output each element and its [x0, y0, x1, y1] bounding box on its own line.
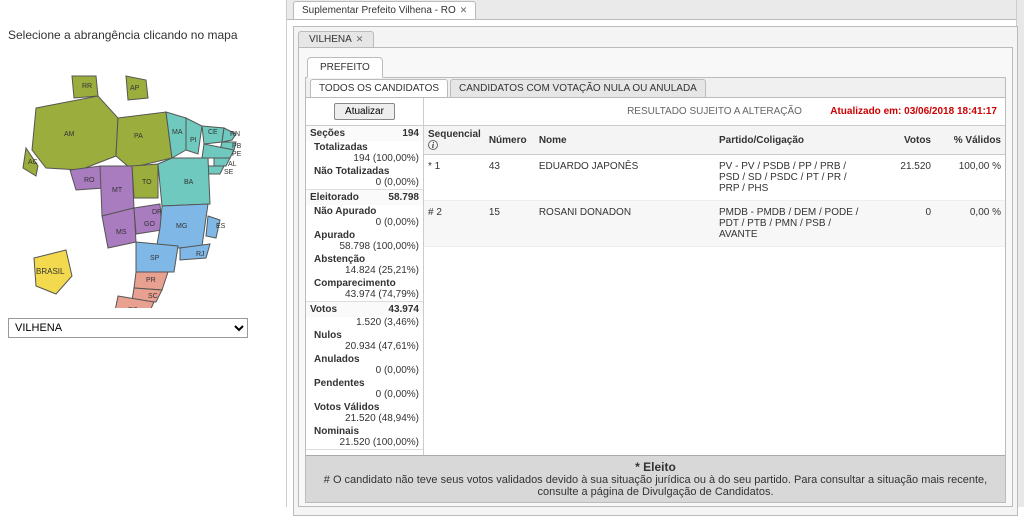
svg-text:TO: TO [142, 179, 152, 186]
close-icon[interactable]: ✕ [460, 5, 468, 16]
svg-text:MG: MG [176, 223, 187, 230]
left-panel: Selecione a abrangência clicando no mapa [0, 0, 280, 507]
svg-text:PI: PI [190, 137, 197, 144]
results-column: RESULTADO SUJEITO A ALTERAÇÃO Atualizado… [424, 98, 1005, 458]
table-row[interactable]: # 2 15 ROSANI DONADON PMDB - PMDB / DEM … [424, 201, 1005, 247]
sub-tab-label: VILHENA [309, 34, 352, 45]
state-pi[interactable] [186, 118, 202, 154]
svg-text:PE: PE [232, 151, 242, 158]
content-box: VILHENA ✕ PREFEITO TODOS OS CANDIDATOS C… [293, 26, 1018, 516]
inner-box: PREFEITO TODOS OS CANDIDATOS CANDIDATOS … [298, 47, 1013, 507]
close-icon[interactable]: ✕ [356, 34, 364, 45]
svg-text:DF: DF [152, 209, 161, 216]
svg-text:BRASIL: BRASIL [36, 267, 65, 276]
svg-text:AP: AP [130, 85, 140, 92]
svg-text:RO: RO [84, 177, 95, 184]
svg-text:AC: AC [28, 159, 38, 166]
svg-text:PA: PA [134, 133, 143, 140]
office-tab-prefeito[interactable]: PREFEITO [307, 57, 383, 78]
footer-text: # O candidato não teve seus votos valida… [316, 474, 995, 498]
top-tabbar: Suplementar Prefeito Vilhena - RO ✕ [287, 0, 1024, 20]
svg-text:RJ: RJ [196, 251, 205, 258]
footer-title: * Eleito [316, 460, 995, 474]
svg-text:ES: ES [216, 223, 226, 230]
svg-text:RN: RN [230, 131, 240, 138]
tab-all-candidates[interactable]: TODOS OS CANDIDATOS [310, 79, 448, 97]
state-se[interactable] [208, 166, 224, 174]
sub-tab-city[interactable]: VILHENA ✕ [298, 31, 374, 47]
table-row[interactable]: * 1 43 EDUARDO JAPONÊS PV - PV / PSDB / … [424, 155, 1005, 201]
svg-text:MA: MA [172, 129, 183, 136]
main-row: Atualizar Seções194 Totalizadas 194 (100… [306, 98, 1005, 458]
svg-text:SP: SP [150, 255, 160, 262]
map-instruction: Selecione a abrangência clicando no mapa [8, 28, 272, 42]
stats-column: Atualizar Seções194 Totalizadas 194 (100… [306, 98, 424, 458]
sub-tabbar: VILHENA ✕ [294, 27, 1017, 47]
svg-text:GO: GO [144, 221, 155, 228]
top-tab-election[interactable]: Suplementar Prefeito Vilhena - RO ✕ [293, 1, 476, 19]
candidates-table: Sequencial i Número Nome Partido/Coligaç… [424, 126, 1005, 247]
svg-text:PB: PB [232, 143, 242, 150]
svg-text:RR: RR [82, 83, 92, 90]
right-panel: Suplementar Prefeito Vilhena - RO ✕ VILH… [286, 0, 1024, 507]
office-tabbar: PREFEITO [299, 54, 1012, 78]
svg-text:BA: BA [184, 179, 194, 186]
svg-text:AM: AM [64, 131, 75, 138]
updated-timestamp: Atualizado em: 03/06/2018 18:41:17 [830, 106, 997, 117]
svg-text:RS: RS [128, 307, 138, 308]
svg-text:PR: PR [146, 277, 156, 284]
footer-note: * Eleito # O candidato não teve seus vot… [306, 455, 1005, 502]
svg-text:SC: SC [148, 293, 158, 300]
top-tab-label: Suplementar Prefeito Vilhena - RO [302, 5, 456, 16]
city-select[interactable]: VILHENA [8, 318, 248, 338]
svg-text:CE: CE [208, 129, 218, 136]
office-content: TODOS OS CANDIDATOS CANDIDATOS COM VOTAÇ… [305, 77, 1006, 503]
brazil-map[interactable]: RRAP AMPA MACE RNPB PEPI ALSE BATO ACRO … [8, 58, 268, 308]
state-pa[interactable] [116, 112, 172, 168]
info-icon[interactable]: i [428, 140, 438, 150]
state-am[interactable] [32, 96, 118, 170]
result-title: RESULTADO SUJEITO A ALTERAÇÃO [627, 106, 802, 117]
tab-null-candidates[interactable]: CANDIDATOS COM VOTAÇÃO NULA OU ANULADA [450, 79, 706, 97]
svg-text:AL: AL [228, 161, 237, 168]
svg-text:SE: SE [224, 169, 234, 176]
svg-text:MT: MT [112, 187, 123, 194]
update-button[interactable]: Atualizar [334, 103, 395, 120]
svg-text:MS: MS [116, 229, 127, 236]
candidate-tabbar: TODOS OS CANDIDATOS CANDIDATOS COM VOTAÇ… [306, 78, 1005, 98]
